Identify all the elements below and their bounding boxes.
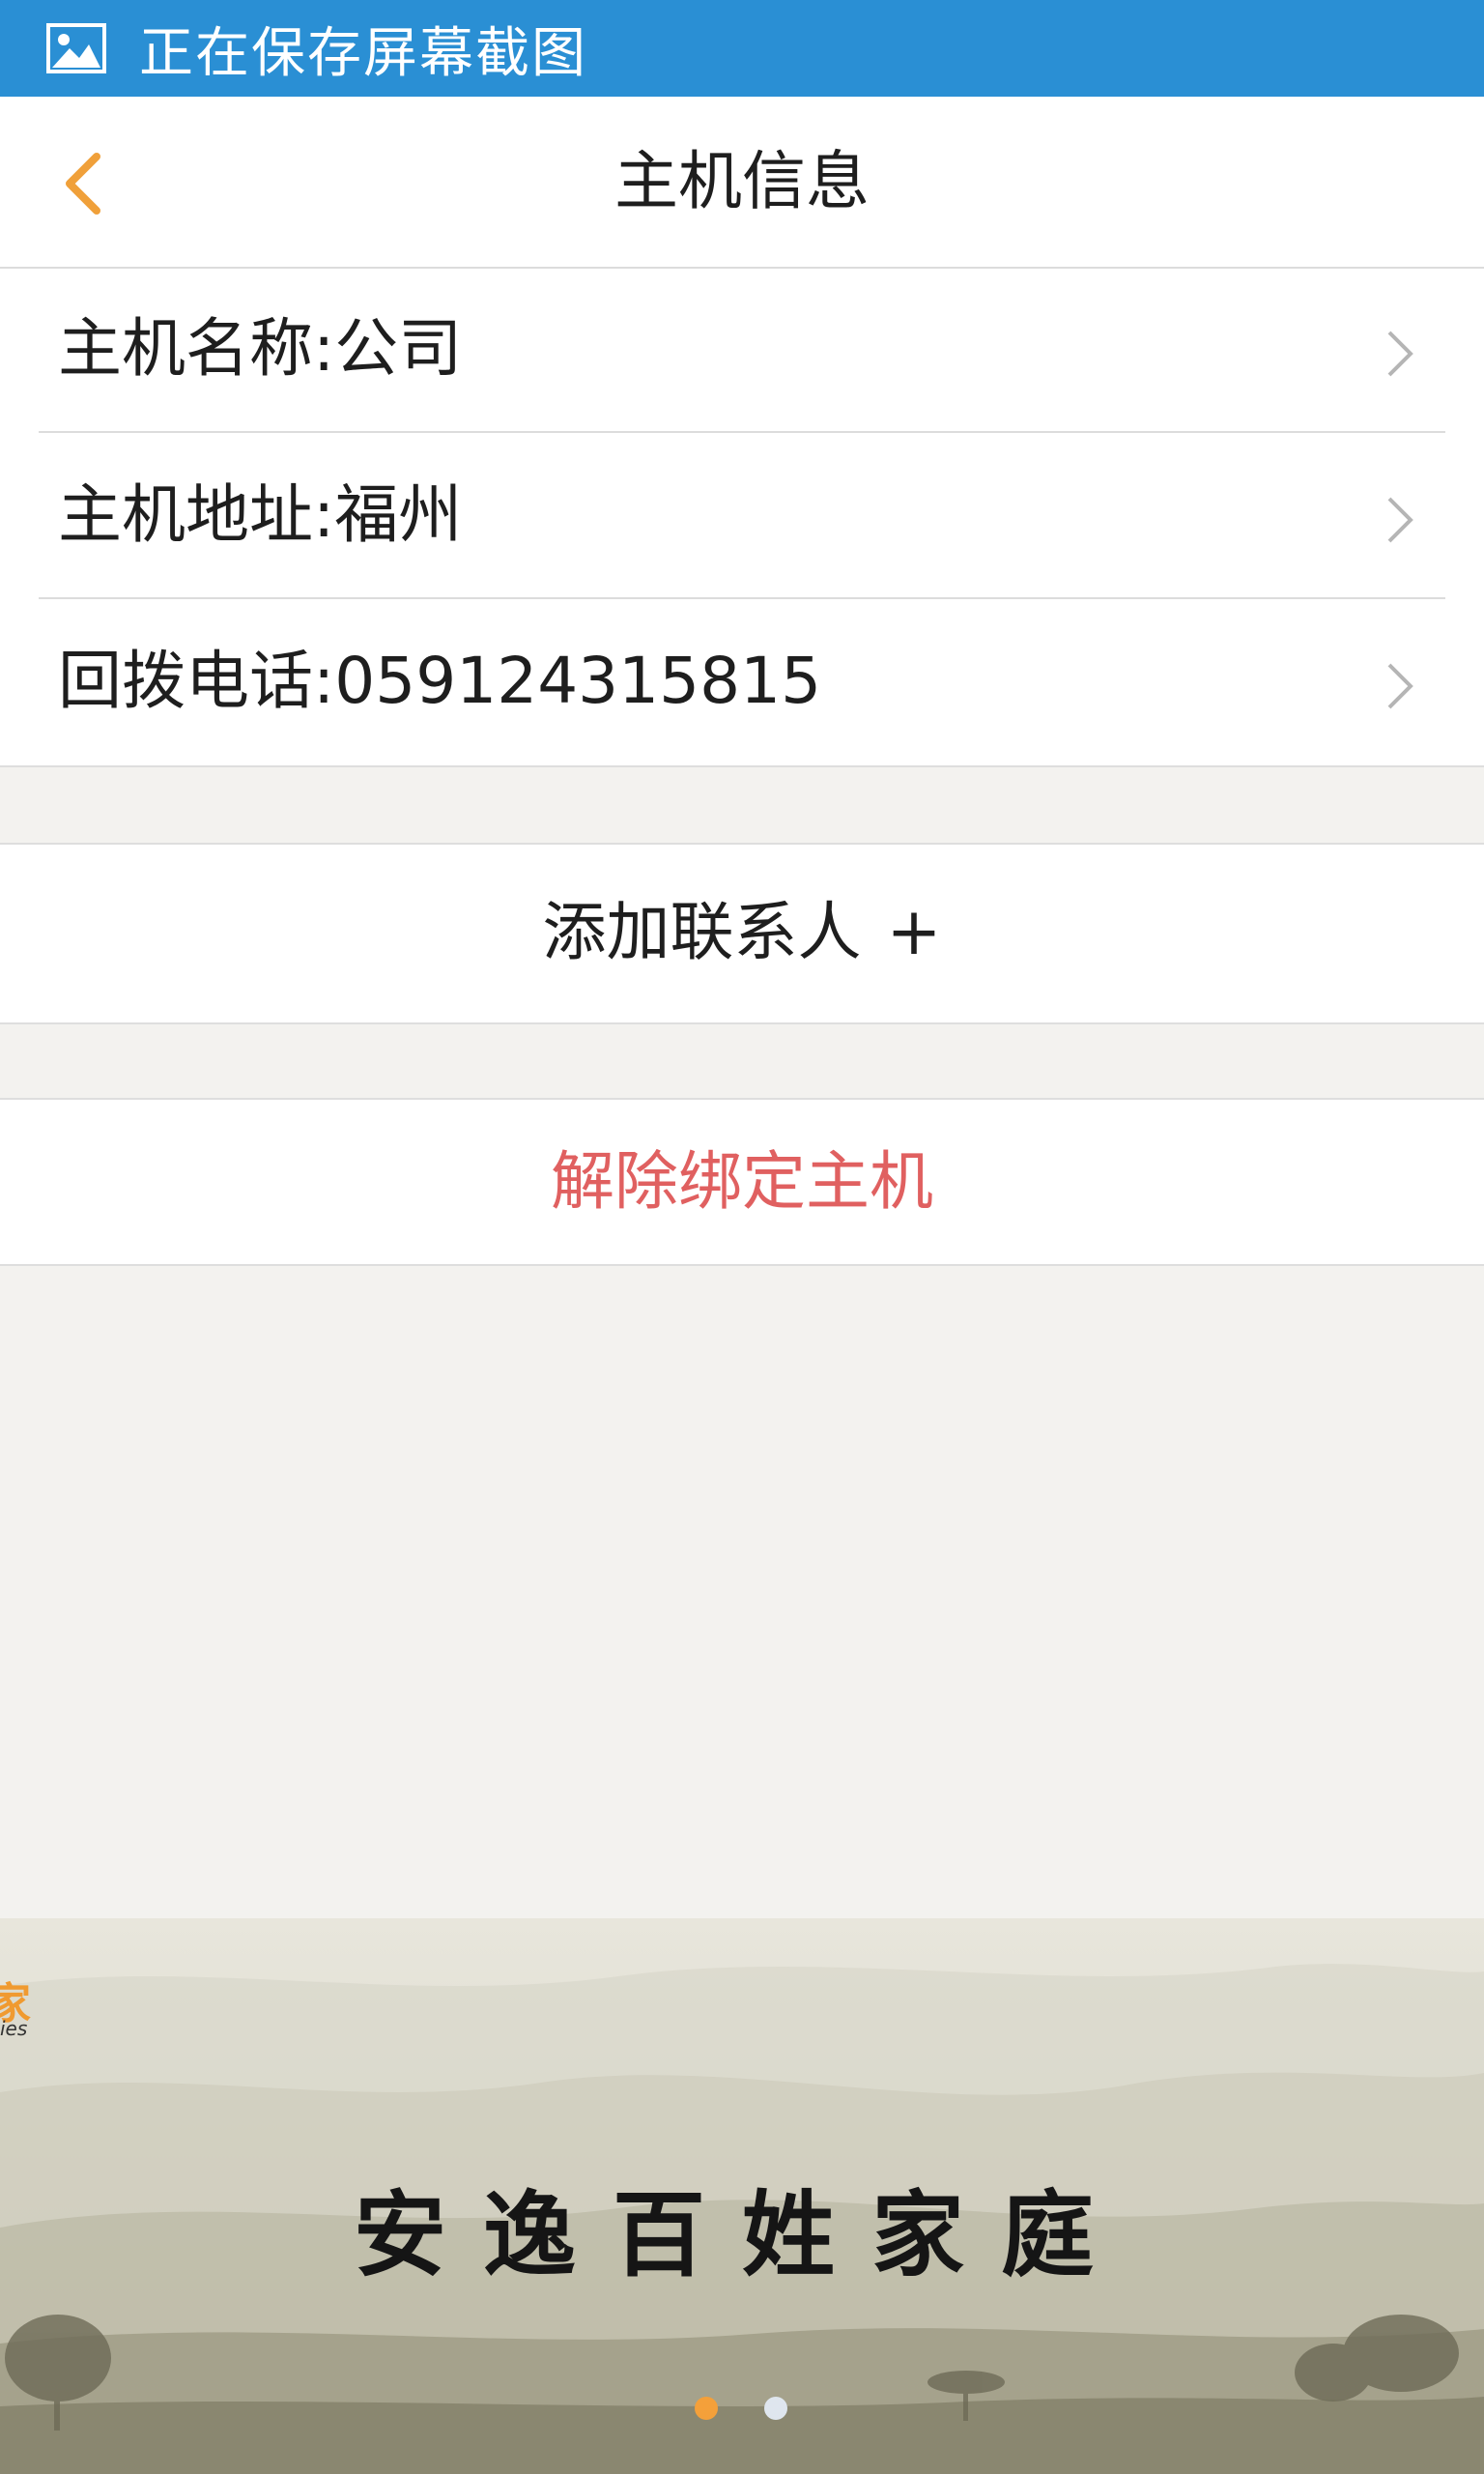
host-name-row[interactable]: 主机名称:公司 [0, 269, 1484, 433]
chevron-right-icon [1387, 331, 1413, 377]
promo-banner[interactable]: 家 ies 安逸百姓家庭 [0, 1918, 1484, 2474]
chevron-right-icon [1387, 663, 1413, 709]
divider [39, 431, 1445, 433]
callback-phone-row[interactable]: 回拨电话:059124315815 [0, 601, 1484, 765]
pagination-dot[interactable] [764, 2397, 787, 2420]
plus-icon: + [886, 894, 942, 970]
add-contact-button[interactable]: 添加联系人 + [0, 843, 1484, 1024]
status-bar: 正在保存屏幕截图 [0, 0, 1484, 97]
divider [39, 597, 1445, 599]
nav-bar: 主机信息 [0, 97, 1484, 269]
banner-pagination [0, 2397, 1484, 2426]
unbind-host-label: 解除绑定主机 [551, 1144, 933, 1219]
host-name-label: 主机名称:公司 [58, 311, 463, 386]
pagination-dot-active[interactable] [695, 2397, 718, 2420]
host-info-list: 主机名称:公司 主机地址:福州 回拨电话:059124315815 [0, 269, 1484, 767]
chevron-right-icon [1387, 497, 1413, 543]
host-address-label: 主机地址:福州 [58, 477, 463, 552]
host-address-row[interactable]: 主机地址:福州 [0, 435, 1484, 599]
logo-subtext: ies [0, 2017, 28, 2040]
callback-phone-label: 回拨电话:059124315815 [58, 644, 822, 718]
add-contact-label: 添加联系人 [542, 895, 862, 969]
page-title: 主机信息 [614, 144, 870, 218]
status-text: 正在保存屏幕截图 [139, 21, 587, 85]
banner-slogan: 安逸百姓家庭 [354, 2180, 1130, 2289]
unbind-host-button[interactable]: 解除绑定主机 [0, 1098, 1484, 1266]
image-icon [46, 23, 106, 73]
